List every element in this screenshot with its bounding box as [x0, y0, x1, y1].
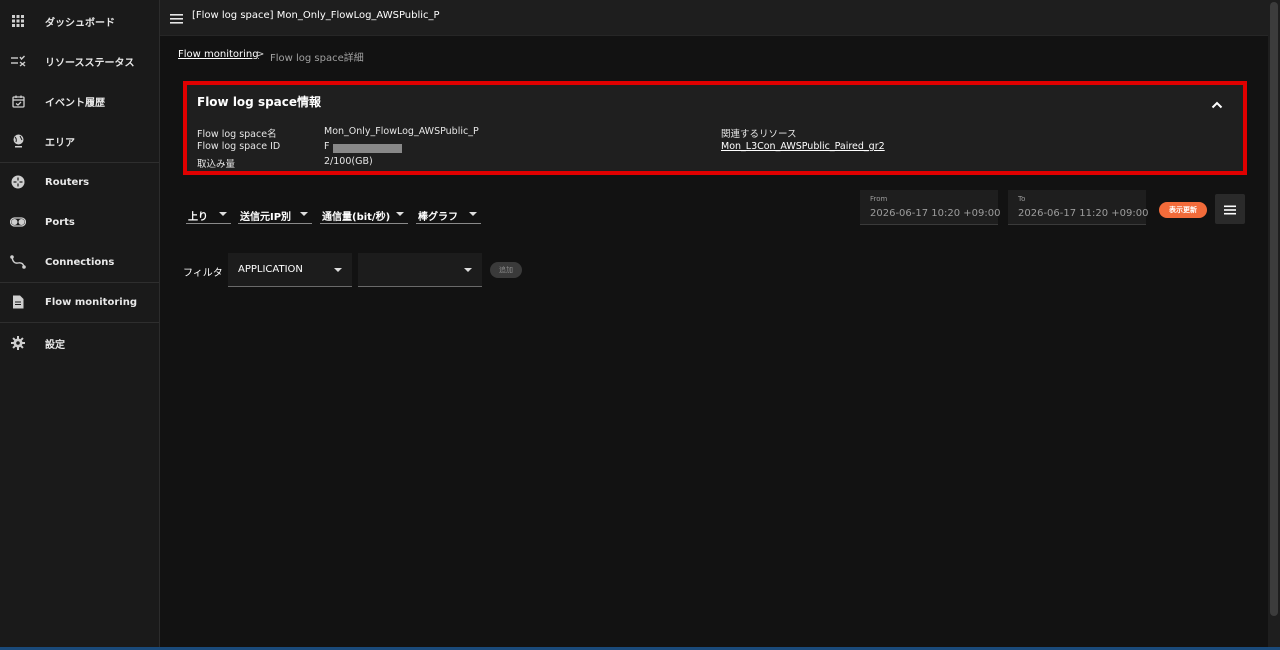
sidebar-item-label: Ports [45, 216, 75, 228]
group-by-select[interactable]: 送信元IP別 [238, 204, 312, 224]
usage-label: 取込み量 [197, 159, 236, 170]
filter-field-select[interactable]: APPLICATION [228, 253, 352, 287]
id-value: F [324, 141, 330, 152]
vertical-scrollbar-thumb[interactable] [1270, 2, 1278, 616]
sidebar-item-resource-status[interactable]: リソースステータス [0, 41, 159, 81]
list-menu-button[interactable] [1215, 194, 1245, 224]
sidebar-item-label: リソースステータス [45, 57, 135, 69]
grid-icon [10, 13, 26, 29]
usage-value: 2/100(GB) [324, 156, 373, 167]
chevron-down-icon [464, 268, 472, 272]
group-by-select-value: 送信元IP別 [240, 212, 292, 223]
metric-select[interactable]: 通信量(bit/秒) [320, 204, 408, 224]
sidebar-item-label: エリア [45, 137, 75, 149]
sidebar-item-dashboard[interactable]: ダッシュボード [0, 1, 159, 41]
list-check-icon [10, 53, 26, 69]
sidebar-item-label: 設定 [45, 339, 65, 351]
to-date-value: 2026-06-17 11:20 +09:00 [1018, 208, 1149, 219]
related-resource-label: 関連するリソース [721, 129, 797, 140]
router-icon [10, 174, 26, 190]
chart-type-select-value: 棒グラフ [418, 212, 458, 223]
from-date-field[interactable]: From 2026-06-17 10:20 +09:00 [860, 190, 1001, 225]
sidebar-item-label: Flow monitoring [45, 296, 137, 308]
chevron-down-icon [469, 212, 477, 216]
sidebar-item-label: Connections [45, 256, 115, 268]
sidebar-item-label: Routers [45, 176, 90, 188]
sidebar-item-label: イベント履歴 [45, 97, 105, 109]
chart-type-select[interactable]: 棒グラフ [416, 204, 481, 224]
sidebar: ダッシュボード リソースステータス イベント履歴 エリア Routers Por… [0, 0, 160, 650]
name-value: Mon_Only_FlowLog_AWSPublic_P [324, 126, 479, 137]
filter-add-button[interactable]: 追加 [490, 262, 522, 278]
related-resource-link[interactable]: Mon_L3Con_AWSPublic_Paired_gr2 [721, 141, 885, 152]
sidebar-item-area[interactable]: エリア [0, 121, 159, 161]
sidebar-item-settings[interactable]: 設定 [0, 323, 159, 363]
flow-log-space-info-card: Flow log space情報 Flow log space名 Mon_Onl… [183, 81, 1247, 175]
document-icon [10, 294, 26, 310]
globe-icon [10, 133, 26, 149]
redacted-id-block [333, 144, 402, 153]
from-date-value: 2026-06-17 10:20 +09:00 [870, 208, 1001, 219]
chevron-up-icon[interactable] [1211, 94, 1225, 109]
page-title: [Flow log space] Mon_Only_FlowLog_AWSPub… [192, 10, 440, 21]
gear-icon [10, 335, 26, 351]
id-label: Flow log space ID [197, 141, 281, 152]
list-icon [1224, 200, 1236, 219]
sidebar-item-flow-monitoring[interactable]: Flow monitoring [0, 282, 159, 322]
metric-select-value: 通信量(bit/秒) [322, 212, 391, 223]
chevron-down-icon [334, 268, 342, 272]
breadcrumb-current: Flow log space詳細 [270, 53, 364, 64]
sidebar-item-connections[interactable]: Connections [0, 242, 159, 282]
ports-toggle-icon [10, 214, 26, 230]
chevron-down-icon [219, 212, 227, 216]
direction-select[interactable]: 上り [186, 204, 231, 224]
breadcrumb-flow-monitoring-link[interactable]: Flow monitoring [178, 49, 259, 60]
filter-label: フィルタ [183, 268, 223, 279]
sidebar-item-ports[interactable]: Ports [0, 202, 159, 242]
to-date-field[interactable]: To 2026-06-17 11:20 +09:00 [1008, 190, 1149, 225]
refresh-display-button[interactable]: 表示更新 [1159, 202, 1207, 218]
top-bar: [Flow log space] Mon_Only_FlowLog_AWSPub… [160, 0, 1268, 36]
breadcrumb-separator: > [256, 49, 265, 60]
sidebar-item-label: ダッシュボード [45, 17, 115, 29]
direction-select-value: 上り [188, 212, 208, 223]
chevron-down-icon [396, 212, 404, 216]
sidebar-item-routers[interactable]: Routers [0, 162, 159, 202]
name-label: Flow log space名 [197, 129, 277, 140]
hamburger-menu-icon[interactable] [170, 10, 186, 24]
filter-condition-select[interactable] [358, 253, 482, 287]
to-date-caption: To [1018, 195, 1026, 203]
connection-icon [10, 254, 26, 270]
calendar-check-icon [10, 93, 26, 109]
chevron-down-icon [300, 212, 308, 216]
card-title: Flow log space情報 [197, 95, 322, 109]
filter-field-value: APPLICATION [238, 264, 303, 275]
sidebar-item-event-history[interactable]: イベント履歴 [0, 81, 159, 121]
from-date-caption: From [870, 195, 888, 203]
